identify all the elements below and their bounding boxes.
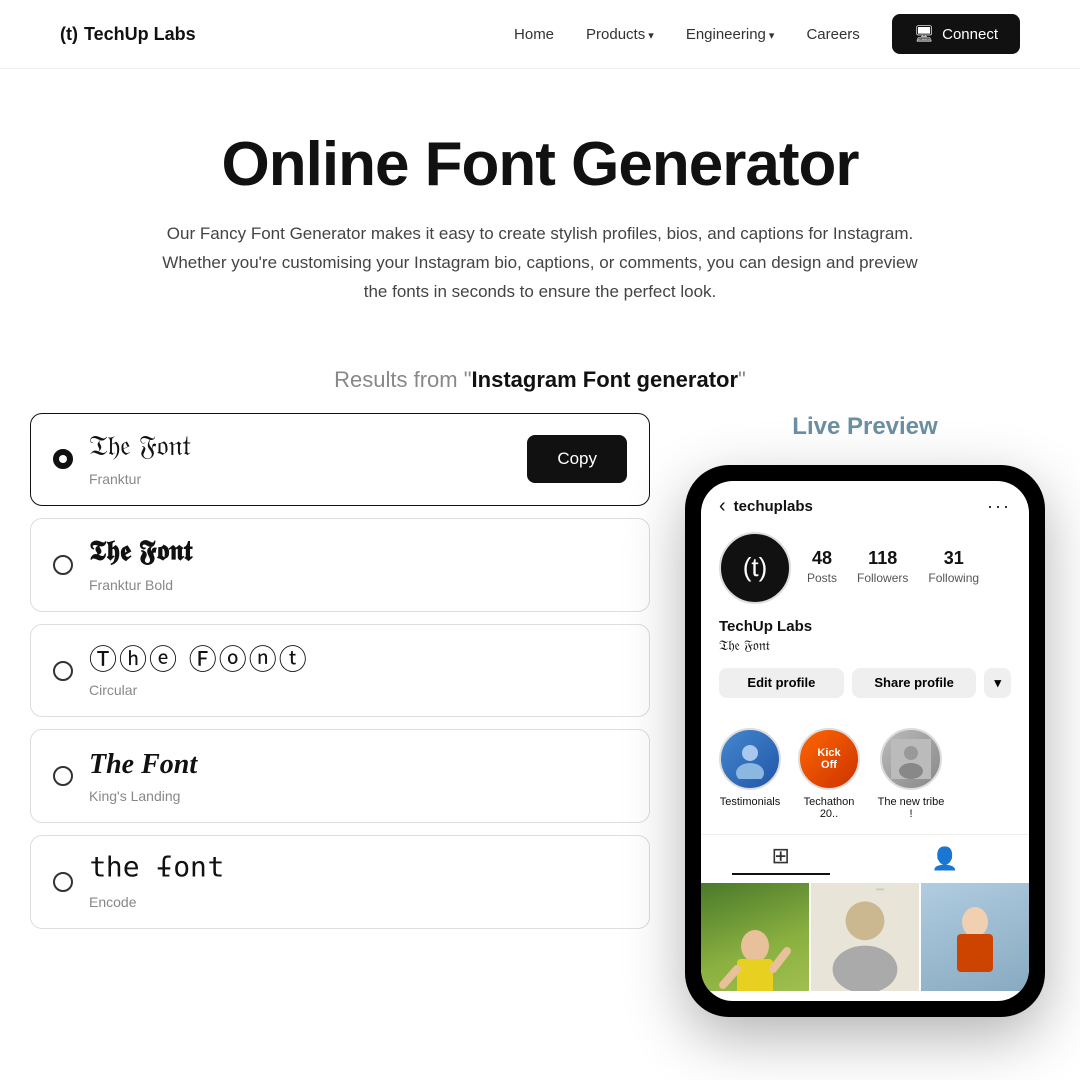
- ig-stat-following: 31 Following: [928, 548, 979, 587]
- ig-bio: 𝔗𝔥𝔢 𝔉𝔬𝔫𝔱: [719, 639, 1011, 654]
- main-content: 𝔗𝔥𝔢 𝔉𝔬𝔫𝔱 Franktur Copy 𝕿𝖍𝖊 𝕱𝖔𝖓𝖙 Franktur…: [0, 413, 1080, 1057]
- grid-tab-posts[interactable]: ⊞: [732, 843, 830, 875]
- navbar: (t) TechUp Labs Home Products Engineerin…: [0, 0, 1080, 69]
- font-name-franktur-bold: Franktur Bold: [89, 577, 192, 593]
- font-name-kings-landing: King's Landing: [89, 788, 197, 804]
- grid-img-person-svg: [715, 921, 795, 991]
- phone-mockup: ‹ techuplabs ··· (t) 48 Post: [685, 465, 1045, 1017]
- radio-encode[interactable]: [53, 872, 73, 892]
- ig-stat-posts: 48 Posts: [807, 548, 837, 587]
- font-preview-kings-landing: The Font: [89, 748, 197, 782]
- ig-highlights: Testimonials KickOff Techathon 20..: [701, 728, 1029, 834]
- font-preview-franktur: 𝔗𝔥𝔢 𝔉𝔬𝔫𝔱: [89, 432, 191, 466]
- grid-img-3-svg: [935, 897, 1015, 977]
- font-item-circular[interactable]: Ⓣⓗⓔ Ⓕⓞⓝⓣ Circular: [30, 624, 650, 718]
- grid-tab-tagged[interactable]: 👤: [891, 846, 998, 872]
- highlight-label-new-tribe: The new tribe !: [877, 796, 945, 820]
- font-item-franktur[interactable]: 𝔗𝔥𝔢 𝔉𝔬𝔫𝔱 Franktur Copy: [30, 413, 650, 507]
- nav-products[interactable]: Products: [586, 26, 654, 43]
- radio-kings-landing[interactable]: [53, 766, 73, 786]
- font-item-encode[interactable]: ʇuoɟ ǝɥʇ Encode: [30, 835, 650, 929]
- new-tribe-thumb: [891, 739, 931, 779]
- nav-home[interactable]: Home: [514, 26, 554, 43]
- logo[interactable]: (t) TechUp Labs: [60, 24, 196, 45]
- grid-img-2-svg: [811, 883, 919, 991]
- following-label: Following: [928, 571, 979, 585]
- following-count: 31: [928, 548, 979, 569]
- connect-icon: 🖥: [914, 24, 934, 44]
- results-query: Instagram Font generator: [472, 367, 738, 392]
- font-list: 𝔗𝔥𝔢 𝔉𝔬𝔫𝔱 Franktur Copy 𝕿𝖍𝖊 𝕱𝖔𝖓𝖙 Franktur…: [30, 413, 670, 929]
- grid-item-2[interactable]: [811, 883, 919, 991]
- radio-franktur[interactable]: [53, 449, 73, 469]
- highlight-label-testimonials: Testimonials: [720, 796, 781, 808]
- results-heading: Results from "Instagram Font generator": [0, 327, 1080, 413]
- highlight-label-techathon: Techathon 20..: [795, 796, 863, 820]
- ig-grid: [701, 883, 1029, 991]
- highlight-circle-techathon: KickOff: [798, 728, 860, 790]
- ig-back-button[interactable]: ‹: [719, 495, 726, 518]
- highlight-circle-new-tribe: [880, 728, 942, 790]
- radio-franktur-bold[interactable]: [53, 555, 73, 575]
- followers-label: Followers: [857, 571, 908, 585]
- logo-bracket: (t): [60, 24, 78, 45]
- page-title: Online Font Generator: [40, 129, 1040, 200]
- font-preview-circular: Ⓣⓗⓔ Ⓕⓞⓝⓣ: [89, 643, 309, 677]
- edit-profile-button[interactable]: Edit profile: [719, 668, 844, 698]
- font-preview-encode: ʇuoɟ ǝɥʇ: [89, 854, 224, 888]
- radio-circular[interactable]: [53, 661, 73, 681]
- results-prefix: Results from: [334, 367, 464, 392]
- profile-dropdown-button[interactable]: ▾: [984, 668, 1011, 698]
- connect-label: Connect: [942, 26, 998, 43]
- ig-stats: 48 Posts 118 Followers 31 Following: [807, 548, 979, 587]
- highlight-circle-testimonials: [719, 728, 781, 790]
- share-profile-button[interactable]: Share profile: [852, 668, 977, 698]
- nav-careers[interactable]: Careers: [806, 26, 859, 43]
- hero-description: Our Fancy Font Generator makes it easy t…: [150, 220, 930, 307]
- ig-actions: Edit profile Share profile ▾: [719, 668, 1011, 698]
- hero-section: Online Font Generator Our Fancy Font Gen…: [0, 69, 1080, 327]
- grid-item-1[interactable]: [701, 883, 809, 991]
- posts-label: Posts: [807, 571, 837, 585]
- font-name-franktur: Franktur: [89, 471, 191, 487]
- font-item-franktur-bold[interactable]: 𝕿𝖍𝖊 𝕱𝖔𝖓𝖙 Franktur Bold: [30, 518, 650, 612]
- font-name-encode: Encode: [89, 894, 224, 910]
- ig-display-name: TechUp Labs: [719, 618, 1011, 635]
- highlight-testimonials[interactable]: Testimonials: [719, 728, 781, 820]
- highlight-techathon[interactable]: KickOff Techathon 20..: [795, 728, 863, 820]
- ig-username: techuplabs: [734, 498, 813, 515]
- testimonials-thumb: [730, 739, 770, 779]
- grid-item-3[interactable]: [921, 883, 1029, 991]
- ig-stat-followers: 118 Followers: [857, 548, 908, 587]
- preview-panel: Live Preview ‹ techuplabs ··· (t): [670, 413, 1050, 1017]
- nav-engineering[interactable]: Engineering: [686, 26, 775, 43]
- ig-header: ‹ techuplabs ···: [701, 481, 1029, 526]
- followers-count: 118: [857, 548, 908, 569]
- font-item-kings-landing[interactable]: The Font King's Landing: [30, 729, 650, 823]
- nav-links: Home Products Engineering Careers 🖥 Conn…: [514, 14, 1020, 54]
- avatar: (t): [719, 532, 791, 604]
- highlight-new-tribe[interactable]: The new tribe !: [877, 728, 945, 820]
- ig-more-button[interactable]: ···: [987, 496, 1011, 517]
- connect-button[interactable]: 🖥 Connect: [892, 14, 1020, 54]
- logo-brand: TechUp Labs: [84, 24, 196, 45]
- preview-title: Live Preview: [792, 413, 937, 441]
- phone-screen: ‹ techuplabs ··· (t) 48 Post: [701, 481, 1029, 1001]
- avatar-text: (t): [743, 552, 768, 583]
- ig-profile: (t) 48 Posts 118 Followers: [701, 526, 1029, 728]
- posts-count: 48: [807, 548, 837, 569]
- copy-button-franktur[interactable]: Copy: [527, 435, 627, 483]
- font-preview-franktur-bold: 𝕿𝖍𝖊 𝕱𝖔𝖓𝖙: [89, 537, 192, 571]
- ig-grid-tabs: ⊞ 👤: [701, 834, 1029, 883]
- font-name-circular: Circular: [89, 682, 309, 698]
